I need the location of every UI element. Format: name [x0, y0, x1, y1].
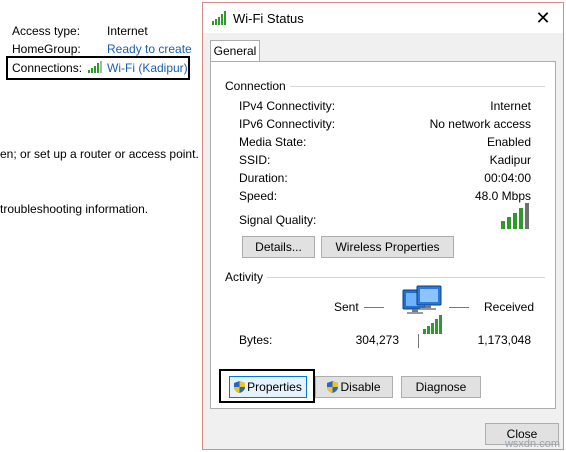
connections-label: Connections:	[12, 61, 83, 75]
background-text-1: en; or set up a router or access point.	[0, 147, 199, 161]
bytes-sent-value: 304,273	[355, 333, 399, 347]
activity-divider	[265, 277, 545, 278]
wireless-properties-button[interactable]: Wireless Properties	[321, 236, 454, 258]
connections-link[interactable]: Wi-Fi (Kadipur)	[107, 61, 188, 75]
ipv6-value: No network access	[429, 117, 531, 131]
tab-general[interactable]: General	[210, 40, 260, 62]
uac-shield-icon	[234, 381, 246, 393]
sent-label: Sent	[334, 300, 359, 314]
disable-label: Disable	[340, 380, 381, 394]
uac-shield-icon	[327, 381, 339, 393]
speed-value: 48.0 Mbps	[474, 189, 531, 203]
properties-button[interactable]: Properties	[229, 376, 307, 398]
ssid-label: SSID:	[239, 153, 271, 167]
access-type-label: Access type:	[12, 24, 81, 38]
media-state-label: Media State:	[239, 135, 307, 149]
background-text-2: troubleshooting information.	[0, 202, 149, 216]
ipv4-value: Internet	[490, 99, 531, 113]
network-computer-icon	[402, 285, 442, 334]
bytes-received-value: 1,173,048	[477, 333, 531, 347]
signal-quality-label: Signal Quality:	[239, 213, 317, 227]
connection-heading: Connection	[225, 79, 290, 93]
disable-button[interactable]: Disable	[315, 376, 393, 398]
ipv6-label: IPv6 Connectivity:	[239, 117, 336, 131]
duration-label: Duration:	[239, 171, 288, 185]
homegroup-link[interactable]: Ready to create	[107, 42, 192, 56]
dialog-title: Wi-Fi Status	[233, 11, 304, 26]
diagnose-button[interactable]: Diagnose	[401, 376, 481, 398]
wifi-signal-icon	[212, 11, 226, 25]
wifi-signal-icon	[88, 61, 102, 73]
duration-value: 00:04:00	[484, 171, 531, 185]
connection-divider	[273, 86, 545, 87]
homegroup-label: HomeGroup:	[12, 42, 81, 56]
title-bar[interactable]: Wi-Fi Status ✕	[203, 3, 563, 33]
general-tab-panel: Connection IPv4 Connectivity: Internet I…	[210, 61, 556, 409]
watermark-text: wsxdn.com	[504, 438, 560, 450]
sent-line	[364, 307, 384, 308]
details-button[interactable]: Details...	[242, 236, 315, 258]
bytes-label: Bytes:	[239, 333, 273, 347]
access-type-value: Internet	[107, 24, 148, 38]
ipv4-label: IPv4 Connectivity:	[239, 99, 336, 113]
activity-heading: Activity	[225, 270, 268, 284]
received-label: Received	[484, 300, 535, 314]
wifi-status-dialog: Wi-Fi Status ✕ General Connection IPv4 C…	[202, 2, 564, 450]
activity-separator	[418, 334, 419, 348]
ssid-value: Kadipur	[489, 153, 531, 167]
speed-label: Speed:	[239, 189, 278, 203]
signal-strength-icon	[501, 203, 529, 229]
media-state-value: Enabled	[486, 135, 531, 149]
received-line	[449, 307, 469, 308]
close-icon[interactable]: ✕	[531, 7, 555, 29]
properties-label: Properties	[247, 380, 302, 394]
